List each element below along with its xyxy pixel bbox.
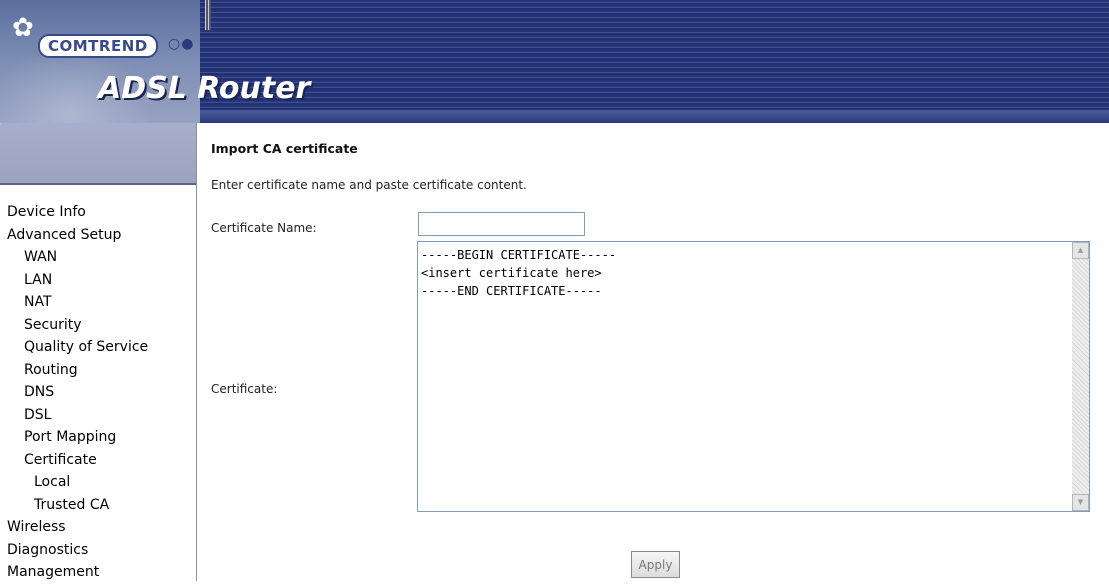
sidebar-item-label: Security: [24, 316, 82, 333]
sidebar-item-quality-of-service[interactable]: Quality of Service: [0, 336, 196, 359]
sidebar-item-label: Port Mapping: [24, 429, 117, 445]
banner-divider-decoration: [205, 0, 211, 30]
brand-logo: COMTREND: [38, 34, 158, 58]
banner-bottom-bar: [200, 110, 1109, 123]
sidebar-item-label: Advanced Setup: [7, 226, 122, 243]
sidebar-item-local[interactable]: Local: [0, 471, 196, 494]
logo-dots-icon: ○●: [168, 36, 195, 52]
sidebar-item-label: Trusted CA: [34, 496, 110, 513]
sidebar-item-wireless[interactable]: Wireless: [0, 516, 196, 539]
main-content: Import CA certificate Enter certificate …: [197, 123, 1109, 581]
sidebar-item-label: Diagnostics: [7, 541, 89, 558]
product-title: ADSL Router: [98, 71, 311, 106]
sidebar: Device Info Advanced Setup WAN LAN NAT Securi…: [0, 123, 197, 581]
sidebar-item-trusted-ca[interactable]: Trusted CA: [0, 494, 196, 517]
sidebar-item-label: Quality of Service: [24, 339, 149, 355]
sidebar-item-label: Local: [34, 474, 71, 490]
sidebar-item-label: WAN: [24, 249, 58, 265]
certificate-textarea[interactable]: [417, 241, 1090, 512]
logo-flower-icon: ✿: [12, 13, 34, 43]
sidebar-item-lan[interactable]: LAN: [0, 269, 196, 292]
sidebar-item-security[interactable]: Security: [0, 314, 196, 337]
sidebar-item-label: Management: [7, 564, 100, 580]
sidebar-item-wan[interactable]: WAN: [0, 246, 196, 269]
sidebar-decoration: [0, 123, 196, 185]
certificate-name-label: Certificate Name:: [211, 221, 317, 235]
sidebar-item-certificate[interactable]: Certificate: [0, 449, 196, 472]
sidebar-item-nat[interactable]: NAT: [0, 291, 196, 314]
sidebar-item-label: NAT: [24, 294, 52, 310]
sidebar-item-label: LAN: [24, 271, 53, 288]
sidebar-item-dns[interactable]: DNS: [0, 381, 196, 404]
sidebar-item-advanced-setup[interactable]: Advanced Setup: [0, 224, 196, 247]
sidebar-item-dsl[interactable]: DSL: [0, 404, 196, 427]
apply-button[interactable]: Apply: [631, 551, 680, 578]
sidebar-item-label: Wireless: [7, 519, 66, 535]
sidebar-nav: Device Info Advanced Setup WAN LAN NAT Securi…: [0, 201, 196, 584]
page-description: Enter certificate name and paste certifi…: [211, 178, 527, 192]
sidebar-item-port-mapping[interactable]: Port Mapping: [0, 426, 196, 449]
sidebar-item-management[interactable]: Management: [0, 561, 196, 584]
scroll-up-arrow-icon[interactable]: ▲: [1072, 242, 1089, 259]
scroll-down-arrow-icon[interactable]: ▼: [1072, 494, 1089, 511]
certificate-scrollbar[interactable]: ▲ ▼: [1072, 242, 1089, 511]
sidebar-item-label: DSL: [24, 406, 52, 423]
sidebar-item-diagnostics[interactable]: Diagnostics: [0, 539, 196, 562]
sidebar-item-label: DNS: [24, 384, 55, 400]
certificate-name-input[interactable]: [418, 212, 585, 236]
sidebar-item-device-info[interactable]: Device Info: [0, 201, 196, 224]
sidebar-item-label: Device Info: [7, 204, 86, 220]
sidebar-item-label: Routing: [24, 361, 78, 378]
sidebar-item-routing[interactable]: Routing: [0, 359, 196, 382]
header-banner: ✿ COMTREND ○● ADSL Router: [0, 0, 1109, 123]
banner-stripes: [200, 0, 1109, 123]
sidebar-item-label: Certificate: [24, 451, 97, 468]
certificate-label: Certificate:: [211, 382, 278, 396]
page-title: Import CA certificate: [211, 141, 358, 156]
